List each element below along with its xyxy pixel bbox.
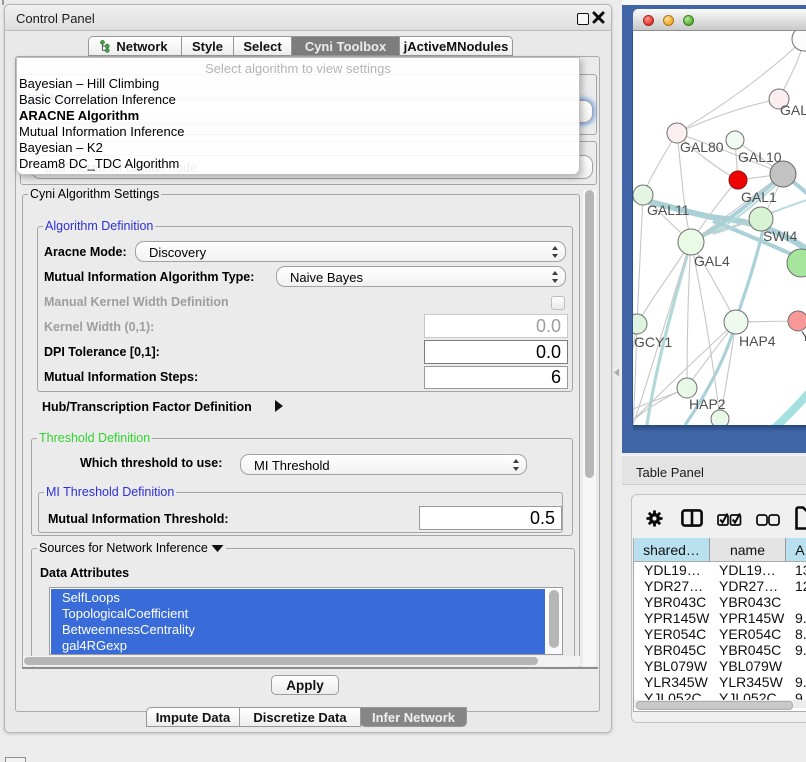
svg-text:Y: Y [801,328,806,344]
svg-text:GAL: GAL [780,102,806,118]
svg-text:GAL80: GAL80 [680,139,724,155]
svg-text:HAP4: HAP4 [739,333,776,349]
svg-text:GAL1: GAL1 [741,189,777,205]
svg-text:HAP2: HAP2 [689,396,726,412]
svg-text:GAL10: GAL10 [738,149,782,165]
svg-text:GAL4: GAL4 [694,253,730,269]
svg-text:GCY1: GCY1 [634,334,672,350]
svg-text:GAL11: GAL11 [647,202,690,218]
svg-text:SWI4: SWI4 [763,228,797,244]
